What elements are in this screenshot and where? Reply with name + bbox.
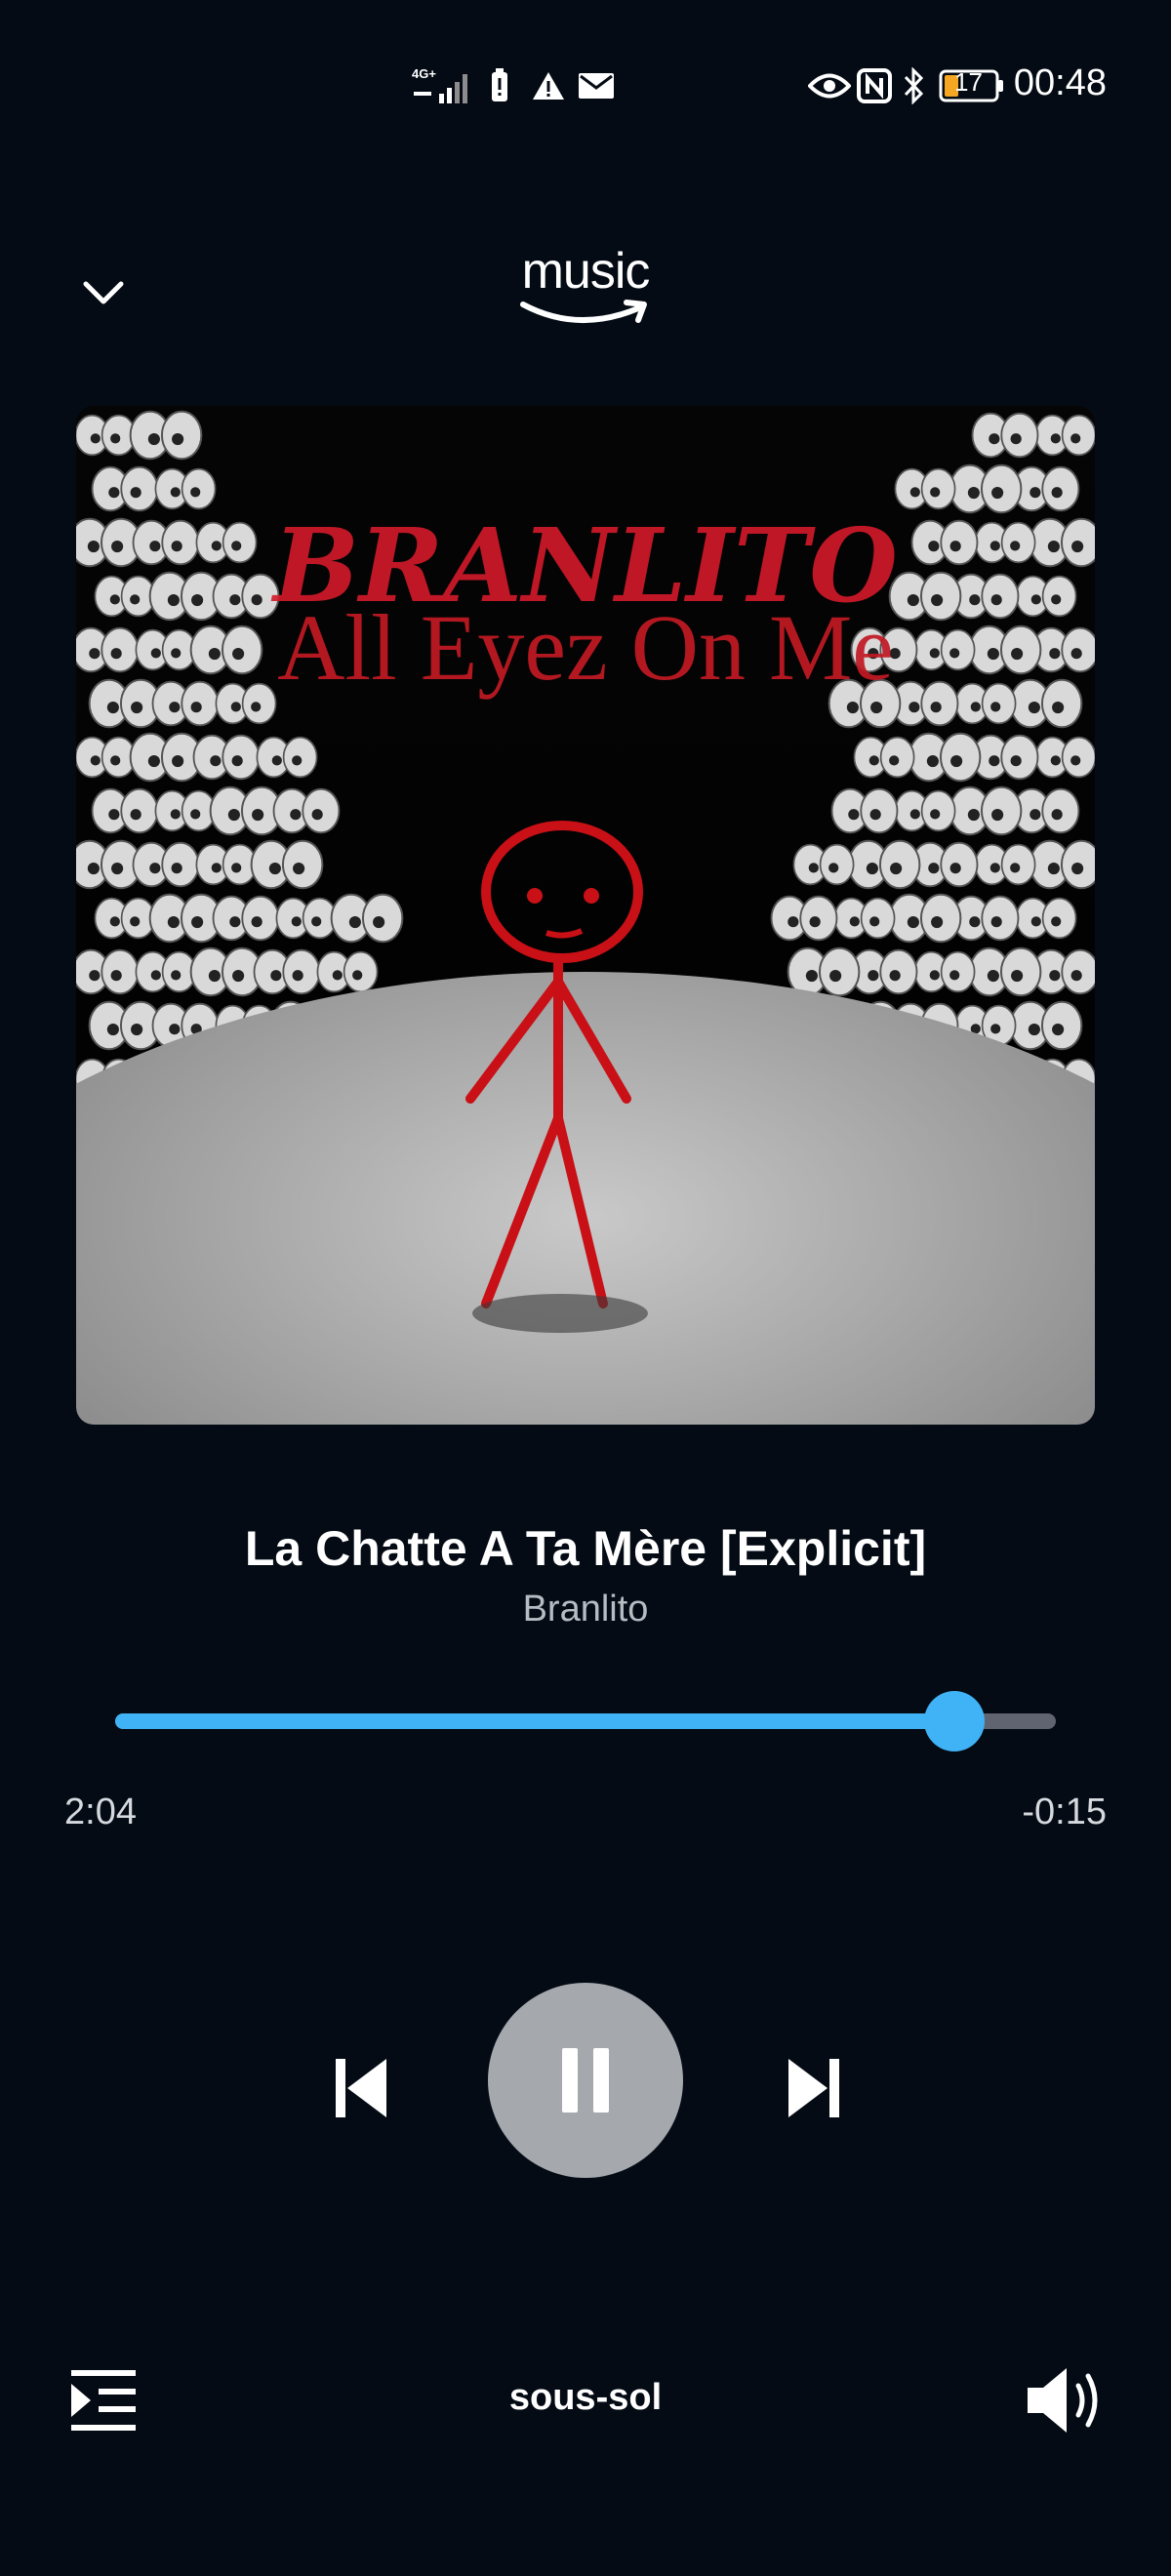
eye-mask-shape [1029, 839, 1095, 890]
output-device-label[interactable]: sous-sol [0, 2377, 1171, 2419]
player-header: music [0, 244, 1171, 342]
remaining-time: -0:15 [1022, 1791, 1107, 1832]
eye-mask-shape [1031, 626, 1095, 673]
progress-slider[interactable] [115, 1691, 1056, 1751]
bluetooth-icon [902, 59, 929, 113]
eye-mask-shape [76, 839, 142, 890]
status-bar: 4G+ 17 00:48 [0, 59, 1171, 113]
logo-text: music [521, 243, 651, 300]
eye-mask-shape [76, 626, 140, 673]
nfc-icon [857, 59, 894, 113]
mail-icon [578, 59, 615, 113]
cellular-signal-icon: 4G+ [410, 59, 478, 113]
pause-icon [562, 2048, 609, 2113]
clock-text: 00:48 [1013, 62, 1107, 103]
artwork-album-text: All Eyez On Me [277, 595, 894, 700]
eye-mask-shape [1029, 517, 1095, 568]
battery-icon: 17 [939, 59, 1007, 113]
battery-alert-icon [488, 59, 517, 113]
warning-icon [531, 59, 566, 113]
progress-thumb[interactable] [924, 1691, 985, 1751]
previous-track-button[interactable] [312, 2039, 410, 2137]
track-title: La Chatte A Ta Mère [Explicit] [244, 1521, 927, 1576]
play-pause-button[interactable] [488, 1983, 683, 2178]
amazon-smile-icon [520, 300, 647, 323]
eye-mask-shape [76, 948, 140, 995]
track-artist[interactable]: Branlito [0, 1589, 1171, 1630]
album-artwork: BRANLITO All Eyez On Me [76, 406, 1095, 1425]
eye-comfort-icon [808, 59, 851, 113]
next-track-button[interactable] [765, 2039, 863, 2137]
skip-next-icon [788, 2059, 839, 2117]
network-type-label: 4G+ [412, 66, 436, 81]
amazon-music-logo: music [507, 244, 664, 342]
album-art-image: BRANLITO All Eyez On Me [76, 406, 1095, 1425]
elapsed-time: 2:04 [64, 1791, 137, 1832]
chevron-down-icon [83, 281, 124, 304]
volume-button[interactable] [1023, 2359, 1110, 2441]
collapse-button[interactable] [76, 265, 131, 320]
battery-level-text: 17 [954, 67, 983, 97]
volume-icon [1028, 2368, 1098, 2433]
progress-fill [115, 1713, 954, 1729]
eye-mask-shape [76, 517, 142, 568]
eye-mask-shape [1031, 948, 1095, 995]
skip-previous-icon [336, 2059, 386, 2117]
